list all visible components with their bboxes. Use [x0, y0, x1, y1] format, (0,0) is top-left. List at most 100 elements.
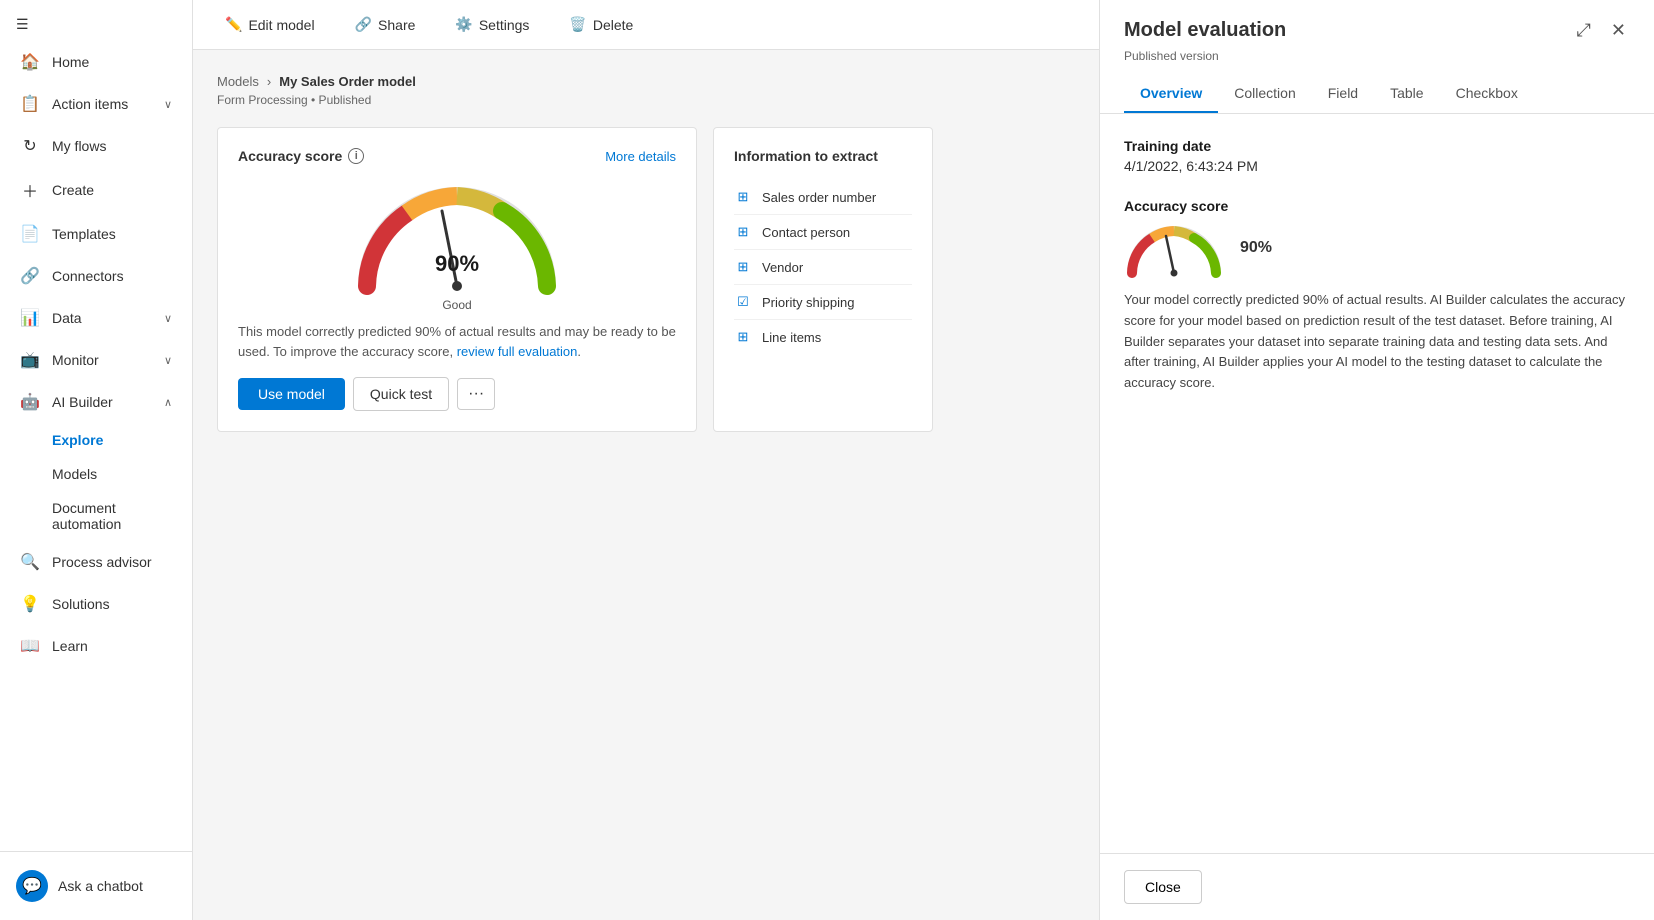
- info-icon[interactable]: i: [348, 148, 364, 164]
- sidebar-label-data: Data: [52, 310, 82, 326]
- connectors-icon: 🔗: [20, 266, 40, 286]
- extract-item-0: ⊞ Sales order number: [734, 180, 912, 215]
- share-icon: 🔗: [355, 16, 372, 33]
- sidebar-item-models[interactable]: Models: [4, 458, 188, 490]
- panel-subtitle: Published version: [1124, 49, 1630, 63]
- svg-text:90%: 90%: [435, 251, 479, 276]
- sidebar-item-templates[interactable]: 📄 Templates: [4, 214, 188, 254]
- tab-field[interactable]: Field: [1312, 75, 1374, 113]
- share-label: Share: [378, 17, 415, 33]
- extract-label-3: Priority shipping: [762, 295, 855, 310]
- sidebar-item-create[interactable]: ＋ Create: [4, 168, 188, 212]
- card-header: Accuracy score i More details: [238, 148, 676, 164]
- sidebar-label-templates: Templates: [52, 226, 116, 242]
- sidebar-item-home[interactable]: 🏠 Home: [4, 42, 188, 82]
- table-icon-4: ⊞: [734, 328, 752, 346]
- gauge-container: 90% Good: [238, 176, 676, 312]
- hamburger-button[interactable]: ☰: [0, 0, 192, 41]
- breadcrumb-parent: Models: [217, 74, 259, 89]
- close-button[interactable]: Close: [1124, 870, 1202, 904]
- gauge-label: Good: [442, 298, 471, 312]
- sidebar-label-explore: Explore: [52, 432, 103, 448]
- sidebar-item-connectors[interactable]: 🔗 Connectors: [4, 256, 188, 296]
- breadcrumb-current: My Sales Order model: [279, 74, 416, 89]
- chevron-up-icon-ai: ∧: [164, 396, 172, 409]
- settings-button[interactable]: ⚙️ Settings: [447, 12, 537, 37]
- chevron-down-icon: ∨: [164, 98, 172, 111]
- breadcrumb-separator: ›: [267, 74, 271, 89]
- sidebar-item-monitor[interactable]: 📺 Monitor ∨: [4, 340, 188, 380]
- sidebar-item-solutions[interactable]: 💡 Solutions: [4, 584, 188, 624]
- more-details-link[interactable]: More details: [605, 149, 676, 164]
- use-model-button[interactable]: Use model: [238, 378, 345, 410]
- extract-item-4: ⊞ Line items: [734, 320, 912, 354]
- chevron-down-icon-monitor: ∨: [164, 354, 172, 367]
- training-date-value: 4/1/2022, 6:43:24 PM: [1124, 158, 1630, 174]
- sidebar-label-create: Create: [52, 182, 94, 198]
- sidebar-item-data[interactable]: 📊 Data ∨: [4, 298, 188, 338]
- tab-overview[interactable]: Overview: [1124, 75, 1218, 113]
- sidebar-item-my-flows[interactable]: ↻ My flows: [4, 126, 188, 166]
- expand-button[interactable]: ⤢: [1573, 16, 1595, 45]
- close-icon: ✕: [1611, 20, 1626, 40]
- panel-accuracy-gauge: [1124, 218, 1224, 278]
- breadcrumb: Models › My Sales Order model: [217, 74, 1075, 89]
- table-icon-2: ⊞: [734, 258, 752, 276]
- data-icon: 📊: [20, 308, 40, 328]
- sidebar: ☰ 🏠 Home 📋 Action items ∨ ↻ My flows ＋ C…: [0, 0, 193, 920]
- extract-card: Information to extract ⊞ Sales order num…: [713, 127, 933, 432]
- card-title: Accuracy score i: [238, 148, 364, 164]
- training-date-section: Training date 4/1/2022, 6:43:24 PM: [1124, 138, 1630, 174]
- extract-item-1: ⊞ Contact person: [734, 215, 912, 250]
- main-content: ✏️ Edit model 🔗 Share ⚙️ Settings 🗑️ Del…: [193, 0, 1099, 920]
- sidebar-label-monitor: Monitor: [52, 352, 99, 368]
- cards-row: Accuracy score i More details: [217, 127, 1075, 432]
- close-panel-button[interactable]: ✕: [1607, 16, 1630, 45]
- table-icon-0: ⊞: [734, 188, 752, 206]
- sidebar-item-process-advisor[interactable]: 🔍 Process advisor: [4, 542, 188, 582]
- home-icon: 🏠: [20, 52, 40, 72]
- delete-label: Delete: [593, 17, 633, 33]
- process-advisor-icon: 🔍: [20, 552, 40, 572]
- review-link[interactable]: review full evaluation: [457, 344, 578, 359]
- action-items-icon: 📋: [20, 94, 40, 114]
- chevron-down-icon-data: ∨: [164, 312, 172, 325]
- sidebar-item-action-items[interactable]: 📋 Action items ∨: [4, 84, 188, 124]
- templates-icon: 📄: [20, 224, 40, 244]
- panel-gauge-container: 90%: [1124, 218, 1630, 278]
- edit-icon: ✏️: [225, 16, 242, 33]
- quick-test-button[interactable]: Quick test: [353, 377, 449, 411]
- more-options-button[interactable]: ···: [457, 378, 495, 410]
- panel-header: Model evaluation ⤢ ✕ Published version O…: [1100, 0, 1654, 114]
- tab-checkbox[interactable]: Checkbox: [1440, 75, 1534, 113]
- sidebar-item-doc-automation[interactable]: Document automation: [4, 492, 188, 540]
- content-area: Models › My Sales Order model Form Proce…: [193, 50, 1099, 920]
- panel-body: Training date 4/1/2022, 6:43:24 PM Accur…: [1100, 114, 1654, 853]
- panel-title: Model evaluation: [1124, 19, 1286, 42]
- panel-title-row: Model evaluation ⤢ ✕: [1124, 16, 1630, 45]
- sidebar-label-models: Models: [52, 466, 97, 482]
- monitor-icon: 📺: [20, 350, 40, 370]
- card-description: This model correctly predicted 90% of ac…: [238, 322, 676, 361]
- panel-accuracy-label: Accuracy score: [1124, 198, 1630, 214]
- toolbar: ✏️ Edit model 🔗 Share ⚙️ Settings 🗑️ Del…: [193, 0, 1099, 50]
- sidebar-label-my-flows: My flows: [52, 138, 106, 154]
- sidebar-item-learn[interactable]: 📖 Learn: [4, 626, 188, 666]
- accuracy-title: Accuracy score: [238, 148, 342, 164]
- tab-table[interactable]: Table: [1374, 75, 1439, 113]
- hamburger-icon: ☰: [16, 16, 29, 32]
- chatbot-button[interactable]: 💬 Ask a chatbot: [0, 860, 192, 912]
- panel-accuracy-pct: 90%: [1240, 239, 1272, 257]
- edit-model-button[interactable]: ✏️ Edit model: [217, 12, 323, 37]
- table-icon-1: ⊞: [734, 223, 752, 241]
- sidebar-item-ai-builder[interactable]: 🤖 AI Builder ∧: [4, 382, 188, 422]
- share-button[interactable]: 🔗 Share: [347, 12, 424, 37]
- accuracy-gauge: 90%: [347, 176, 567, 306]
- tab-collection[interactable]: Collection: [1218, 75, 1311, 113]
- card-actions: Use model Quick test ···: [238, 377, 676, 411]
- learn-icon: 📖: [20, 636, 40, 656]
- panel-footer: Close: [1100, 853, 1654, 920]
- delete-button[interactable]: 🗑️ Delete: [561, 12, 641, 37]
- extract-label-1: Contact person: [762, 225, 850, 240]
- sidebar-item-explore[interactable]: Explore: [4, 424, 188, 456]
